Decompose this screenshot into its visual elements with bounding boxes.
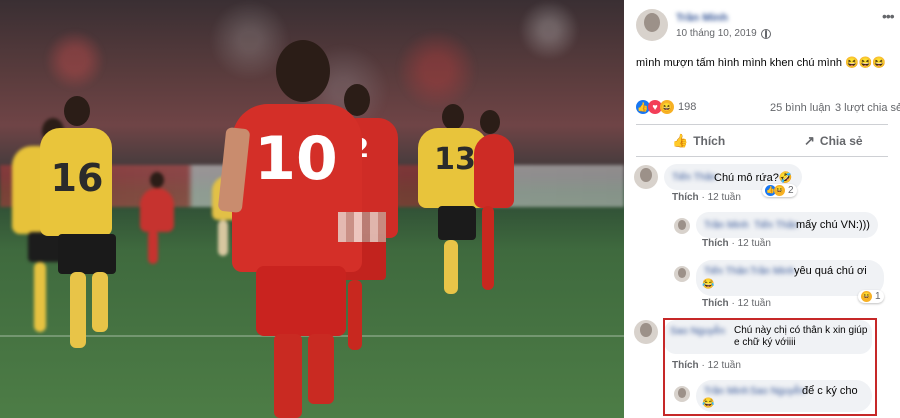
reply-time[interactable]: 12 tuần	[738, 238, 771, 249]
comment-reactions[interactable]: 👍 😆 2	[762, 184, 797, 197]
reply-author[interactable]: Trần Minh	[704, 220, 749, 231]
author-name[interactable]: Trần Minh	[676, 12, 728, 24]
shares-count[interactable]: 3 lượt chia sẻ	[835, 102, 900, 114]
share-button[interactable]: ↗ Chia sẻ	[804, 133, 863, 149]
reply-emoji: 😂	[702, 279, 715, 290]
reply-meta: Thích · 12 tuần	[702, 238, 771, 249]
author-avatar[interactable]	[636, 9, 668, 41]
highlight-box	[663, 318, 877, 416]
thumbs-up-icon: 👍	[672, 133, 689, 148]
reaction-count: 1	[875, 291, 881, 302]
divider	[636, 156, 888, 157]
reply-text: yêu quá chú ơi	[794, 265, 867, 277]
haha-reaction-icon: 😆	[774, 185, 785, 196]
like-button[interactable]: 👍 Thích	[672, 133, 725, 149]
comment-text: Chú mô rứa?🤣	[714, 172, 793, 184]
blurred-censor-patch	[338, 212, 386, 242]
comments-count[interactable]: 25 bình luận	[770, 102, 831, 114]
share-label: Chia sẻ	[819, 134, 863, 148]
reply-mention[interactable]: Trần Minh	[750, 266, 795, 277]
comment-time[interactable]: 12 tuần	[708, 192, 741, 203]
jersey-number: 13	[434, 142, 476, 177]
commenter-avatar[interactable]	[634, 320, 658, 344]
post-details-panel: Trần Minh 10 tháng 10, 2019 ••• mình mượ…	[624, 0, 900, 418]
reactions-summary[interactable]: 👍 ♥ 😆 198	[636, 100, 696, 114]
reply-reactions[interactable]: 😆 1	[858, 290, 884, 303]
haha-reaction-icon: 😆	[660, 100, 674, 114]
jersey-number: 16	[50, 156, 104, 200]
share-arrow-icon: ↗	[804, 133, 815, 148]
comment-meta: Thích · 12 tuần	[672, 192, 741, 203]
like-label: Thích	[693, 134, 726, 148]
reply-bubble: Tiến Thân Trần Minh yêu quá chú ơi 😂	[696, 260, 884, 296]
post-date[interactable]: 10 tháng 10, 2019	[676, 28, 757, 39]
reply-mention[interactable]: Tiến Thân	[754, 220, 798, 231]
reply-text: mấy chú VN:)))	[796, 219, 870, 231]
replier-avatar[interactable]	[674, 266, 690, 282]
replier-avatar[interactable]	[674, 218, 690, 234]
reply-like-link[interactable]: Thích	[702, 298, 729, 309]
commenter-avatar[interactable]	[634, 165, 658, 189]
comment-author[interactable]: Tiến Thân	[672, 172, 716, 183]
public-icon	[760, 28, 771, 39]
reply-bubble: Trần Minh Tiến Thân mấy chú VN:)))	[696, 212, 878, 238]
post-photo[interactable]: 16 2 10 13	[0, 0, 624, 418]
post-meta: 10 tháng 10, 2019	[676, 28, 771, 39]
reply-like-link[interactable]: Thích	[702, 238, 729, 249]
reaction-count: 2	[788, 185, 794, 196]
post-text: mình mượn tấm hình mình khen chú mình 😆😆…	[636, 57, 887, 69]
reply-meta: Thích · 12 tuần	[702, 298, 771, 309]
jersey-number: 10	[254, 124, 338, 194]
reply-time[interactable]: 12 tuần	[738, 298, 771, 309]
comment-like-link[interactable]: Thích	[672, 192, 699, 203]
haha-reaction-icon: 😆	[861, 291, 872, 302]
reaction-count: 198	[678, 101, 697, 113]
reply-author[interactable]: Tiến Thân	[704, 266, 748, 277]
more-icon[interactable]: •••	[882, 8, 895, 24]
divider	[636, 124, 888, 125]
